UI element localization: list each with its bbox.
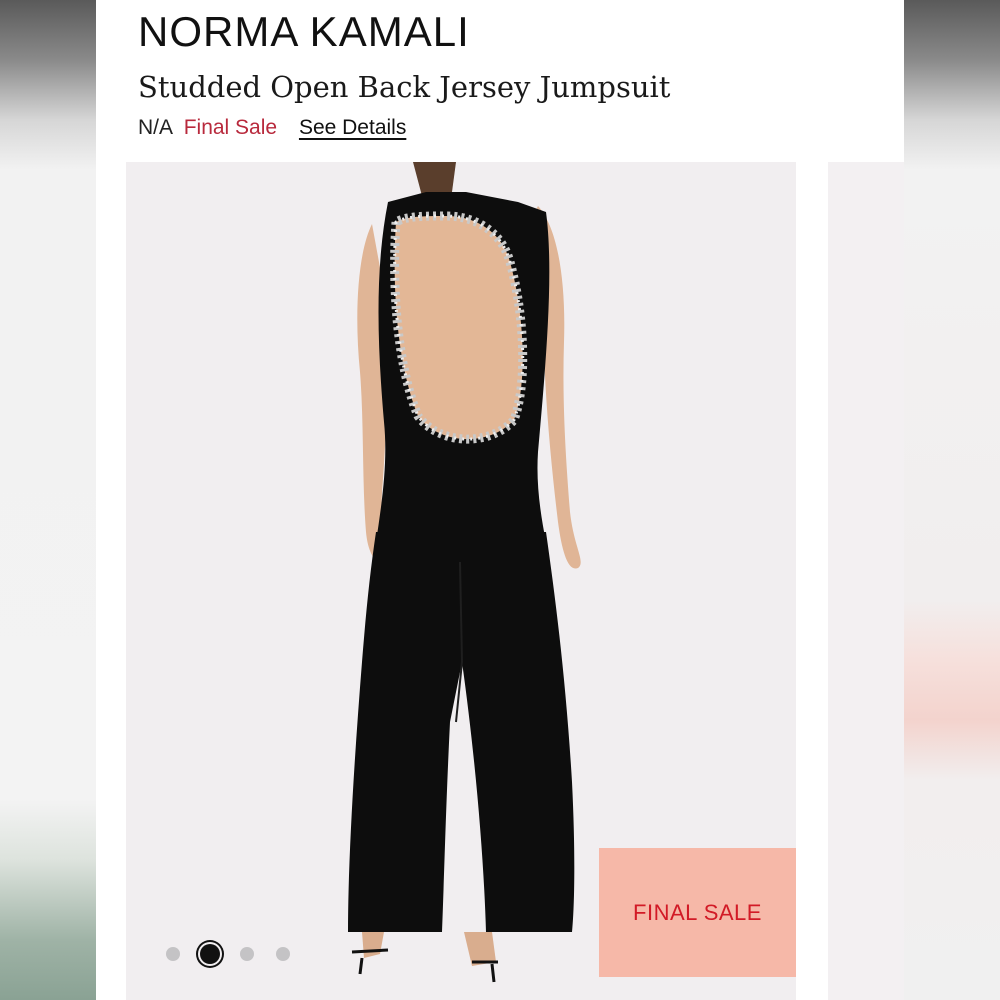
carousel-dot-1[interactable] [166,947,180,961]
next-image-preview[interactable] [828,162,904,1000]
final-sale-label: Final Sale [183,116,278,139]
price-row: N/A Final Sale See Details [138,116,406,140]
brand-name[interactable]: NORMA KAMALI [138,8,470,56]
carousel-pagination [166,940,312,968]
final-sale-badge-text: FINAL SALE [633,899,762,925]
product-page: NORMA KAMALI Studded Open Back Jersey Ju… [96,0,904,1000]
blurred-left-margin [0,0,96,1000]
price-value: N/A [138,116,172,139]
screenshot-frame: NORMA KAMALI Studded Open Back Jersey Ju… [0,0,1000,1000]
see-details-link[interactable]: See Details [299,116,406,139]
final-sale-badge: FINAL SALE [599,848,796,977]
blurred-right-margin [904,0,1000,1000]
product-title: Studded Open Back Jersey Jumpsuit [138,70,671,104]
product-image-carousel[interactable]: FINAL SALE [126,162,796,1000]
carousel-dot-2[interactable] [200,944,220,964]
carousel-dot-3[interactable] [240,947,254,961]
carousel-dot-4[interactable] [276,947,290,961]
